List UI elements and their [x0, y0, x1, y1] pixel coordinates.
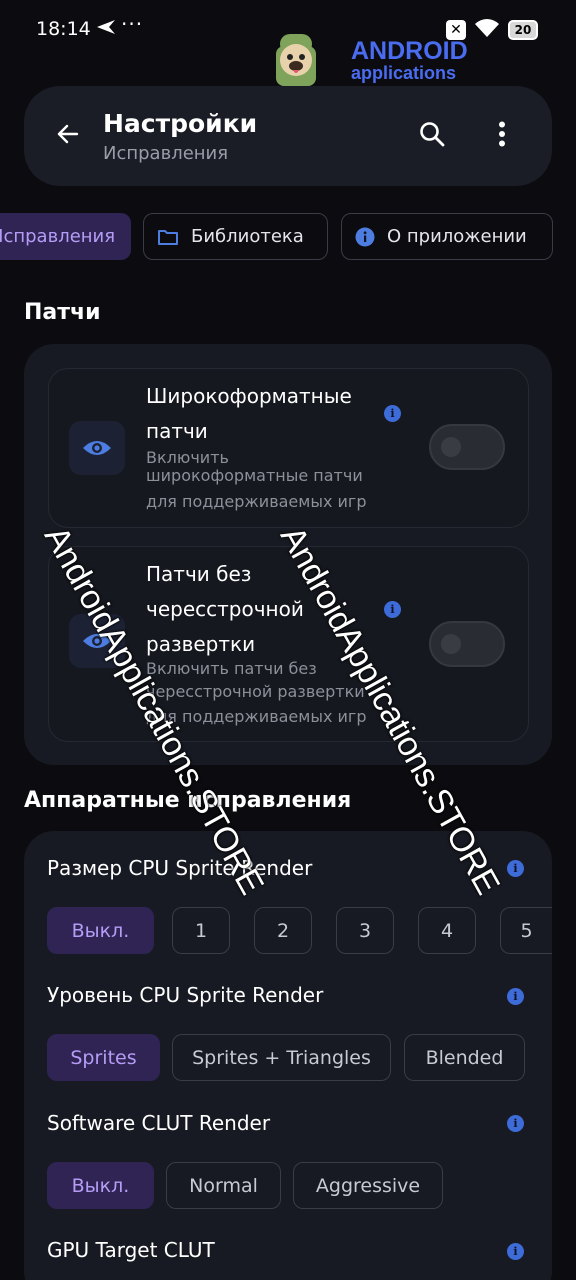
- patch-no-interlacing-title-1: Патчи без: [146, 562, 252, 586]
- patch-widescreen-title-2: патчи: [146, 419, 208, 443]
- top-app-bar: Настройки Исправления: [24, 86, 552, 186]
- patch-widescreen-desc-2: широкоформатные патчи: [146, 466, 363, 485]
- widescreen-toggle[interactable]: [429, 424, 505, 470]
- battery-icon: 20: [508, 20, 538, 40]
- patch-widescreen-desc-3: для поддерживаемых игр: [146, 492, 367, 511]
- gpu-target-clut-label: GPU Target CLUT: [47, 1238, 215, 1262]
- clut-off[interactable]: Выкл.: [47, 1162, 154, 1209]
- info-icon[interactable]: i: [507, 1115, 524, 1132]
- navigation-icon: [96, 19, 116, 39]
- search-button[interactable]: [410, 114, 454, 158]
- patch-no-interlacing-desc-2: чересстрочной развертки: [146, 682, 365, 701]
- back-arrow-icon: [57, 123, 79, 149]
- tab-library[interactable]: Библиотека: [143, 213, 328, 260]
- tab-about[interactable]: О приложении: [341, 213, 553, 260]
- page-title: Настройки: [103, 109, 258, 138]
- cpu-size-4[interactable]: 4: [418, 907, 476, 954]
- patch-widescreen[interactable]: Широкоформатные патчи Включить широкофор…: [48, 368, 529, 528]
- clut-normal[interactable]: Normal: [166, 1162, 281, 1209]
- search-icon: [419, 121, 445, 151]
- info-icon[interactable]: i: [384, 601, 401, 618]
- cpu-size-3[interactable]: 3: [336, 907, 394, 954]
- status-time: 18:14: [36, 18, 91, 40]
- tab-fixes-label: Исправления: [0, 226, 116, 247]
- cpu-size-5[interactable]: 5: [500, 907, 552, 954]
- clut-aggressive[interactable]: Aggressive: [293, 1162, 443, 1209]
- info-icon[interactable]: i: [507, 1243, 524, 1260]
- info-icon[interactable]: i: [384, 405, 401, 422]
- patch-widescreen-title-1: Широкоформатные: [146, 384, 352, 408]
- back-button[interactable]: [46, 114, 90, 158]
- cpu-size-2[interactable]: 2: [254, 907, 312, 954]
- watermark-logo-subtitle: applications: [351, 63, 457, 83]
- watermark-logo-icon: [266, 28, 326, 90]
- eye-icon: [69, 421, 125, 475]
- watermark-logo-title: ANDROID: [351, 37, 468, 65]
- info-icon: [355, 227, 375, 247]
- wifi-icon: [474, 18, 500, 42]
- cpu-size-1[interactable]: 1: [172, 907, 230, 954]
- more-options-button[interactable]: [480, 114, 524, 158]
- tab-fixes[interactable]: Исправления: [0, 213, 131, 260]
- tab-library-label: Библиотека: [191, 226, 304, 247]
- folder-icon: [157, 228, 179, 246]
- no-interlacing-toggle[interactable]: [429, 621, 505, 667]
- cpu-level-sprites[interactable]: Sprites: [47, 1034, 160, 1081]
- cpu-level-blended[interactable]: Blended: [404, 1034, 525, 1081]
- more-notifications-icon: ···: [121, 12, 144, 36]
- info-icon[interactable]: i: [507, 860, 524, 877]
- info-icon[interactable]: i: [507, 988, 524, 1005]
- cpu-sprite-level-label: Уровень CPU Sprite Render: [47, 983, 324, 1007]
- cpu-size-off[interactable]: Выкл.: [47, 907, 154, 954]
- cpu-level-sprites-triangles[interactable]: Sprites + Triangles: [172, 1034, 391, 1081]
- tab-about-label: О приложении: [387, 226, 527, 247]
- page-subtitle: Исправления: [103, 143, 229, 164]
- software-clut-label: Software CLUT Render: [47, 1111, 271, 1135]
- patches-section-title: Патчи: [24, 300, 101, 325]
- patch-no-interlacing-title-2: чересстрочной: [146, 597, 304, 621]
- cpu-sprite-size-label: Размер CPU Sprite Render: [47, 856, 313, 880]
- more-vert-icon: [498, 121, 506, 151]
